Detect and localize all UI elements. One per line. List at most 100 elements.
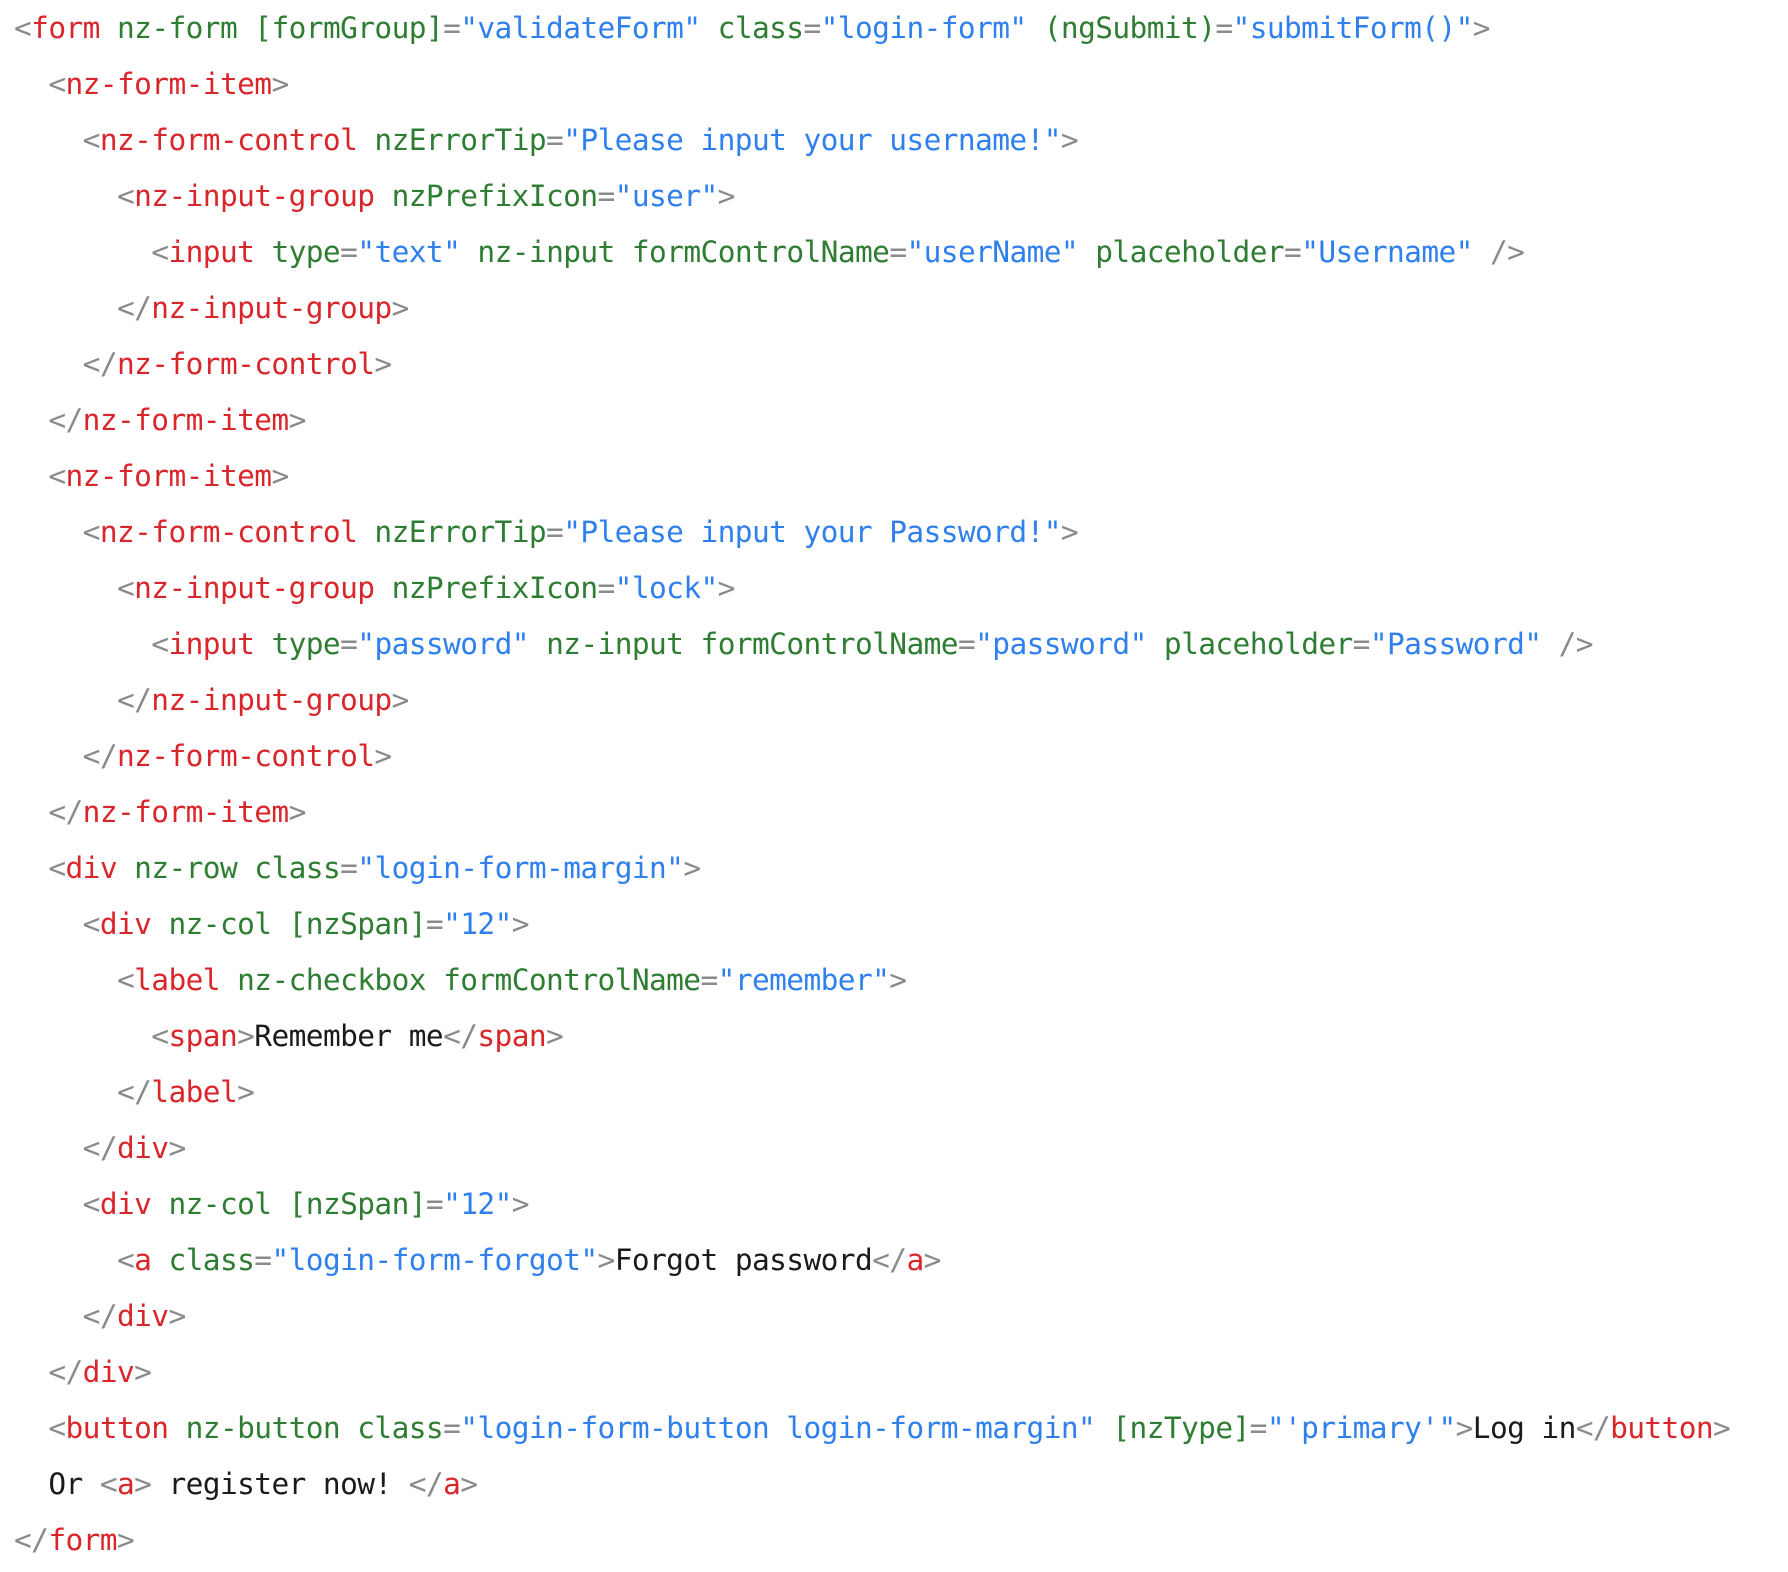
attribute-name-token: nz-button [185,1411,341,1445]
tag-name-token: nz-form-control [116,347,375,381]
punctuation-token: > [1060,515,1079,549]
tag-name-token: nz-form-control [116,739,375,773]
punctuation-token: = [546,123,564,157]
punctuation-token: > [511,1187,530,1221]
attribute-name-token: (ngSubmit) [1043,11,1216,45]
code-line: </nz-input-group> [14,672,1774,728]
tag-name-token: nz-form-item [65,459,273,493]
tag-name-token: div [116,1299,169,1333]
punctuation-token: > [460,1467,478,1501]
attribute-name-token: [nzType] [1112,1411,1250,1445]
attribute-name-token: nzPrefixIcon [391,179,599,213]
tag-name-token: a [134,1243,152,1277]
attribute-name-token: nz-checkbox [237,963,426,997]
code-line: </div> [14,1288,1774,1344]
punctuation-token: > [116,1523,135,1557]
attribute-name-token: formControlName [443,963,701,997]
punctuation-token: < [116,1243,135,1277]
tag-name-token: label [151,1075,238,1109]
tag-name-token: form [31,11,100,45]
tag-name-token: input [168,627,255,661]
punctuation-token: > [597,1243,616,1277]
punctuation-token: < [82,123,101,157]
attribute-name-token: type [271,627,341,661]
attribute-name-token: nz-input [477,235,615,269]
punctuation-token: </ [82,1131,118,1165]
code-line: <nz-form-item> [14,448,1774,504]
punctuation-token: > [546,1019,564,1053]
punctuation-token: > [237,1075,255,1109]
punctuation-token: = [1352,627,1371,661]
punctuation-token: > [134,1355,152,1389]
punctuation-token: = [1284,235,1302,269]
punctuation-token: > [134,1467,152,1501]
attribute-name-token: [nzSpan] [288,1187,427,1221]
punctuation-token: > [683,851,701,885]
punctuation-token: > [1060,123,1079,157]
string-value-token: "remember" [717,963,890,997]
tag-name-token: div [99,907,152,941]
punctuation-token: </ [116,291,152,325]
string-value-token: "login-form-forgot" [271,1243,598,1277]
string-value-token: "password" [357,627,529,661]
attribute-name-token: nz-input [546,627,684,661]
string-value-token: "Please input your Password!" [563,515,1061,549]
punctuation-token: </ [48,1355,83,1389]
code-line: <div nz-row class="login-form-margin"> [14,840,1774,896]
punctuation-token: > [237,1019,255,1053]
attribute-name-token: nz-row [134,851,238,885]
code-line: <nz-input-group nzPrefixIcon="lock"> [14,560,1774,616]
string-value-token: "12" [443,907,512,941]
attribute-name-token: class [254,851,341,885]
code-line: </label> [14,1064,1774,1120]
attribute-name-token: class [357,1411,444,1445]
punctuation-token: < [48,851,66,885]
string-value-token: "text" [357,235,461,269]
punctuation-token: </ [408,1467,444,1501]
code-line: <a class="login-form-forgot">Forgot pass… [14,1232,1774,1288]
tag-name-token: nz-form-control [99,515,358,549]
string-value-token: "lock" [614,571,719,605]
string-value-token: "login-form-button login-form-margin" [460,1411,1096,1445]
punctuation-token: > [288,795,307,829]
tag-name-token: nz-form-item [82,403,290,437]
code-line: <label nz-checkbox formControlName="reme… [14,952,1774,1008]
tag-name-token: a [443,1467,461,1501]
string-value-token: "user" [614,179,719,213]
punctuation-token: </ [14,1523,49,1557]
code-line: <nz-input-group nzPrefixIcon="user"> [14,168,1774,224]
tag-name-token: a [116,1467,135,1501]
string-value-token: "validateForm" [460,11,701,45]
text-token: Log in [1472,1411,1577,1445]
punctuation-token: = [340,851,358,885]
tag-name-token: nz-input-group [151,683,392,717]
punctuation-token: = [803,11,821,45]
tag-name-token: div [65,851,118,885]
string-value-token: "Username" [1301,235,1473,269]
code-line: <input type="text" nz-input formControlN… [14,224,1774,280]
string-value-token: "password" [975,627,1147,661]
punctuation-token: < [48,459,66,493]
code-line: <form nz-form [formGroup]="validateForm"… [14,0,1774,56]
code-line: </div> [14,1120,1774,1176]
